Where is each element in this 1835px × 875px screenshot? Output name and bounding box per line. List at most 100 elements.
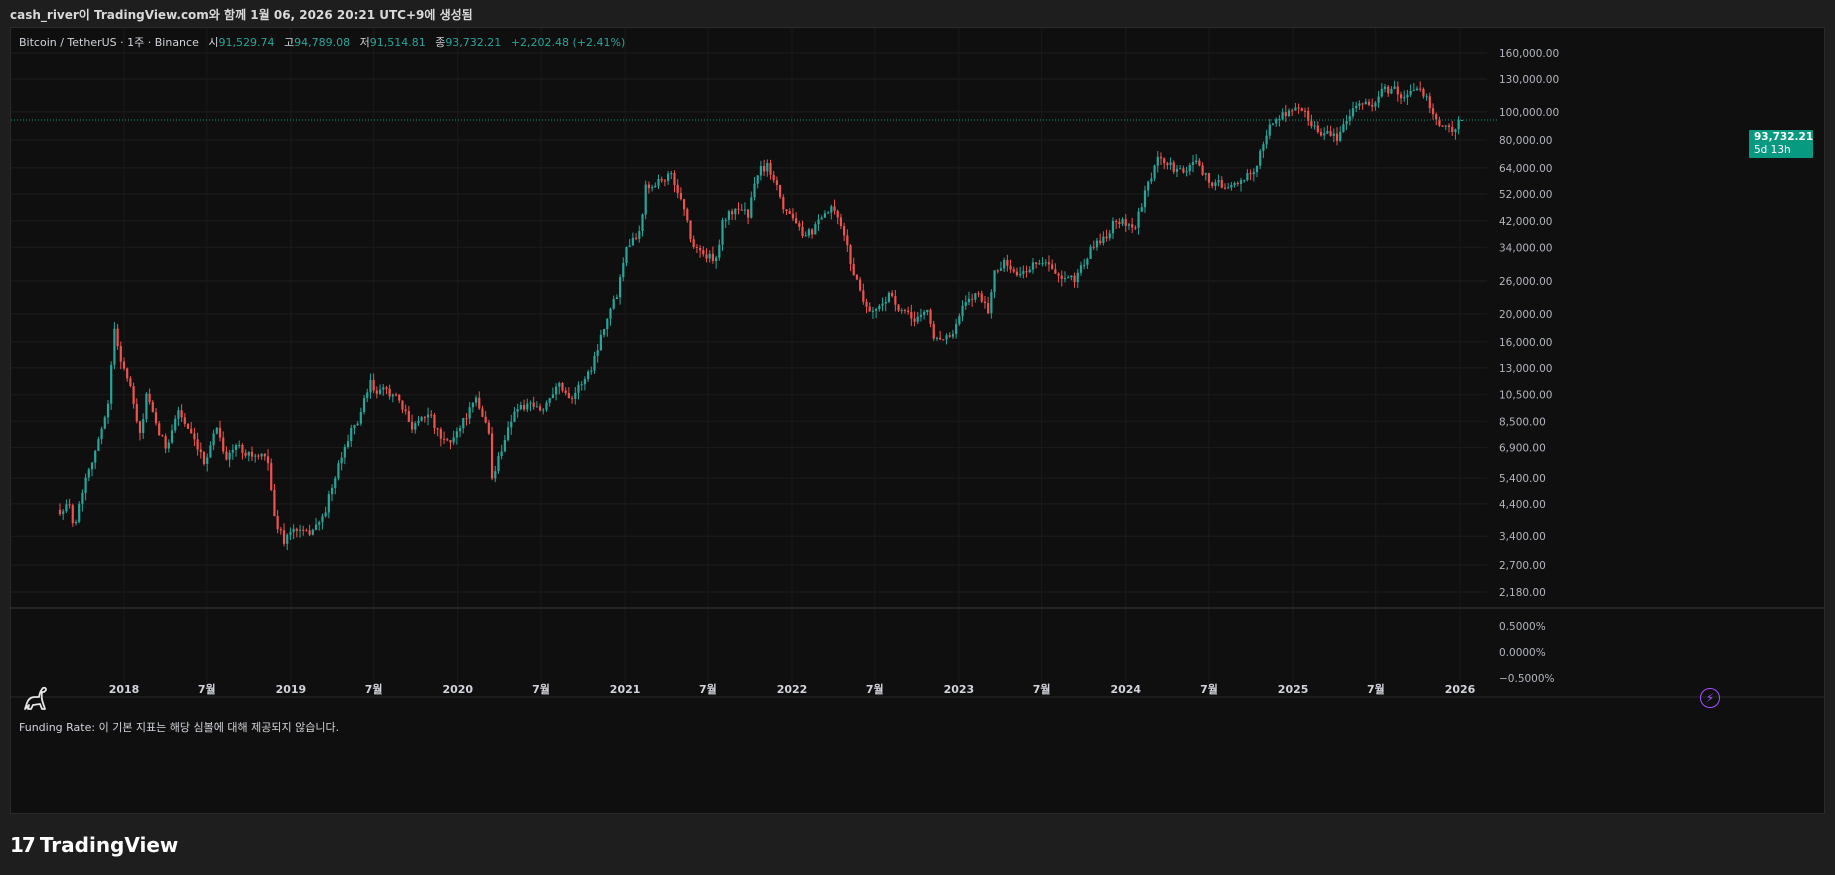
candle <box>1156 151 1159 173</box>
page: cash_river이 TradingView.com와 함께 1월 06, 2… <box>0 0 1835 875</box>
candle <box>222 431 225 455</box>
candle <box>506 421 510 442</box>
candle <box>1217 174 1220 187</box>
candle <box>1358 100 1361 110</box>
candle <box>196 432 199 456</box>
candle <box>1390 86 1393 95</box>
candle <box>945 333 948 345</box>
candle <box>631 232 634 246</box>
candle <box>465 412 468 426</box>
candle <box>1422 87 1425 99</box>
candle <box>948 332 951 339</box>
candle <box>650 184 654 192</box>
y-tick-label: 10,500.00 <box>1499 390 1552 402</box>
candle <box>887 291 891 304</box>
candle <box>1265 129 1268 149</box>
candle <box>740 203 743 211</box>
dinosaur-icon[interactable] <box>21 683 49 713</box>
candle <box>1099 233 1102 246</box>
low-value: 91,514.81 <box>369 36 426 49</box>
candle <box>782 194 785 214</box>
candle <box>795 212 798 224</box>
x-tick-label: 2023 <box>944 683 975 696</box>
candle <box>510 414 513 435</box>
candle <box>103 415 106 430</box>
candle <box>1271 123 1275 126</box>
candle <box>939 330 942 340</box>
candle <box>71 503 74 527</box>
candle <box>375 386 378 399</box>
candle <box>1364 98 1367 105</box>
candle <box>167 439 170 453</box>
candle <box>385 385 388 395</box>
y-tick-label: 34,000.00 <box>1499 242 1552 254</box>
candle <box>209 441 212 459</box>
candle <box>1121 217 1124 227</box>
candle <box>1054 263 1057 275</box>
symbol-legend[interactable]: Bitcoin / TetherUS · 1주 · Binance 시91,52… <box>19 34 625 50</box>
candle <box>1342 118 1345 133</box>
candle <box>743 202 747 215</box>
chart-container[interactable]: 160,000.00 130,000.00 100,000.00 80,000.00 6… <box>10 27 1825 814</box>
candle <box>1003 257 1006 273</box>
funding-rate-notice: Funding Rate: 이 기본 지표는 해당 심볼에 대해 제공되지 않습… <box>19 721 340 734</box>
candle <box>1415 86 1419 91</box>
y-tick-label: 4,400.00 <box>1499 499 1546 511</box>
candle <box>1361 102 1364 110</box>
candle <box>286 533 289 551</box>
candle <box>654 182 657 188</box>
candle <box>1009 259 1012 273</box>
candle <box>343 444 346 465</box>
candle <box>362 394 366 415</box>
candle <box>1143 185 1147 213</box>
x-tick-label: 7월 <box>1033 682 1051 696</box>
candle <box>164 433 167 454</box>
candle <box>999 261 1003 272</box>
chart-canvas[interactable]: 160,000.00 130,000.00 100,000.00 80,000.00 6… <box>11 28 1824 813</box>
candle <box>1252 168 1255 182</box>
candle <box>846 229 849 252</box>
candle <box>1335 127 1339 146</box>
candle <box>657 174 660 190</box>
candle <box>503 434 506 453</box>
candle <box>708 250 711 263</box>
candle <box>129 376 132 388</box>
candle <box>478 391 481 410</box>
lightning-icon[interactable]: ⚡ <box>1700 688 1720 708</box>
candle <box>218 420 222 442</box>
y-tick-label: 16,000.00 <box>1499 337 1552 349</box>
high-value: 94,789.08 <box>294 36 351 49</box>
symbol-name[interactable]: Bitcoin / TetherUS · 1주 · Binance <box>19 36 199 49</box>
candle <box>1191 154 1195 173</box>
candle <box>388 384 391 400</box>
candle <box>1310 114 1313 129</box>
candle <box>1412 82 1415 92</box>
x-tick-label: 2021 <box>610 683 641 696</box>
candle <box>1201 162 1204 177</box>
candle <box>407 406 410 423</box>
x-tick-label: 7월 <box>699 682 717 696</box>
candle <box>769 159 772 180</box>
candle <box>692 235 695 249</box>
candle <box>337 460 340 481</box>
candle <box>615 294 618 300</box>
candle <box>839 213 843 230</box>
candle <box>955 318 958 339</box>
candle <box>74 519 78 526</box>
candle <box>1281 108 1284 121</box>
candle <box>254 453 257 463</box>
candle <box>154 408 158 426</box>
snapshot-caption: cash_river이 TradingView.com와 함께 1월 06, 2… <box>10 8 473 22</box>
candle <box>497 452 500 474</box>
candle <box>78 501 81 524</box>
candle <box>1409 84 1412 97</box>
candle <box>1339 126 1342 143</box>
candle <box>1179 165 1182 170</box>
y-tick-label: 13,000.00 <box>1499 363 1552 375</box>
y-tick-label: 8,500.00 <box>1499 416 1546 428</box>
candle <box>398 394 401 404</box>
candle <box>327 490 330 519</box>
candle <box>119 341 122 370</box>
candle <box>1425 93 1428 101</box>
candle <box>942 339 945 341</box>
